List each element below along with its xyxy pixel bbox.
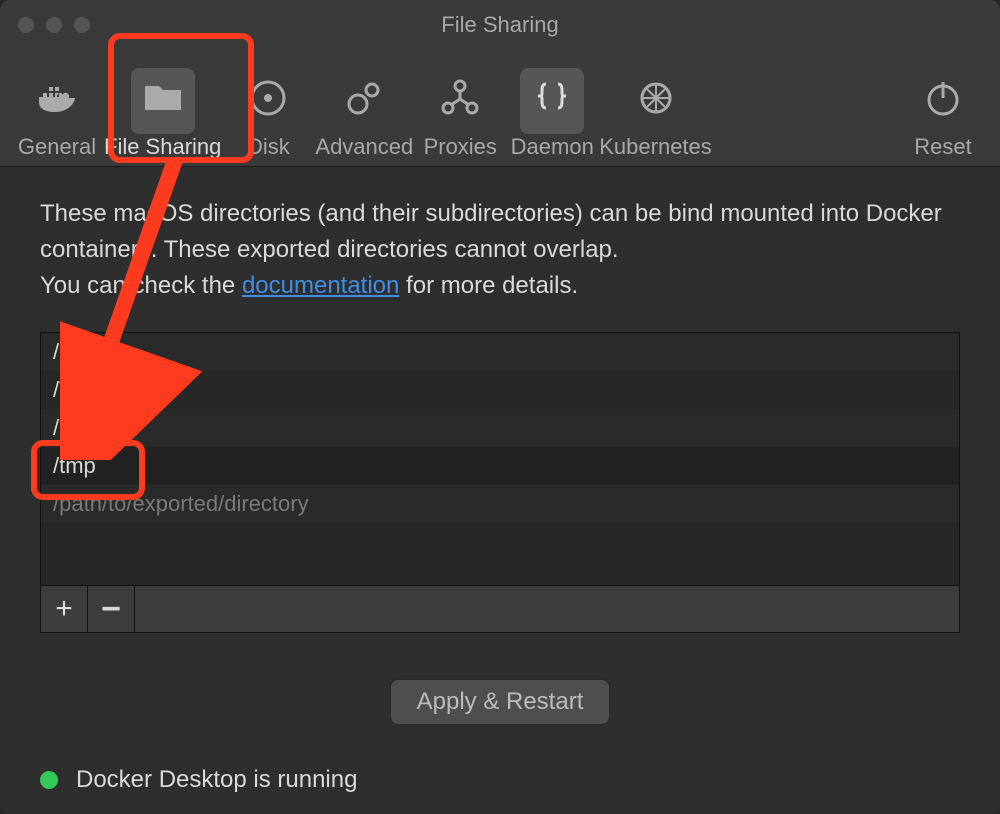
tab-general[interactable]: General (12, 68, 102, 160)
path-text: /tmp (53, 453, 96, 479)
path-text: /private (53, 415, 125, 441)
description: These macOS directories (and their subdi… (40, 196, 960, 304)
description-text-1: These macOS directories (and their subdi… (40, 200, 942, 263)
path-row[interactable]: /tmp (41, 447, 959, 485)
tab-file-sharing[interactable]: File Sharing (104, 68, 221, 160)
power-icon (919, 74, 967, 122)
description-text-2a: You can check the (40, 272, 242, 299)
description-text-2b: for more details. (399, 272, 578, 299)
tab-disk[interactable]: Disk (223, 68, 313, 160)
shared-paths-table: /Users /Volumes /private /tmp /path/to/e… (40, 332, 960, 633)
table-filler (41, 523, 959, 585)
disk-icon (244, 74, 292, 122)
tab-reset[interactable]: Reset (898, 68, 988, 160)
path-row[interactable]: /private (41, 409, 959, 447)
tab-label: Disk (247, 134, 290, 160)
braces-icon (528, 74, 576, 122)
zoom-window-icon[interactable] (74, 17, 90, 33)
status-bar: Docker Desktop is running (40, 766, 357, 794)
documentation-link[interactable]: documentation (242, 272, 399, 299)
tab-kubernetes[interactable]: Kubernetes (599, 68, 712, 160)
path-text: /Volumes (53, 377, 144, 403)
toolbar: General File Sharing Disk Advanced Proxi (0, 50, 1000, 166)
tab-label: Advanced (315, 134, 413, 160)
status-indicator-icon (40, 771, 58, 789)
titlebar: File Sharing (0, 0, 1000, 50)
tab-label: File Sharing (104, 134, 221, 160)
add-path-button[interactable]: + (41, 586, 88, 632)
tab-label: Proxies (424, 134, 497, 160)
tab-daemon[interactable]: Daemon (507, 68, 597, 160)
network-icon (436, 74, 484, 122)
close-window-icon[interactable] (18, 17, 34, 33)
helm-icon (632, 74, 680, 122)
path-row-placeholder[interactable]: /path/to/exported/directory (41, 485, 959, 523)
table-footer: + − (41, 585, 959, 632)
window-controls (0, 17, 90, 33)
path-text: /path/to/exported/directory (53, 491, 309, 517)
tab-label: Reset (914, 134, 971, 160)
status-text: Docker Desktop is running (76, 766, 357, 794)
folder-icon (139, 74, 187, 122)
tab-label: Daemon (511, 134, 594, 160)
tab-label: General (18, 134, 96, 160)
gears-icon (340, 74, 388, 122)
path-row[interactable]: /Users (41, 333, 959, 371)
tab-label: Kubernetes (599, 134, 712, 160)
path-text: /Users (53, 339, 117, 365)
path-row[interactable]: /Volumes (41, 371, 959, 409)
whale-icon (33, 74, 81, 122)
remove-path-button[interactable]: − (88, 586, 135, 632)
minimize-window-icon[interactable] (46, 17, 62, 33)
apply-restart-button[interactable]: Apply & Restart (390, 679, 611, 725)
tab-advanced[interactable]: Advanced (315, 68, 413, 160)
window-title: File Sharing (0, 0, 1000, 50)
tab-proxies[interactable]: Proxies (415, 68, 505, 160)
